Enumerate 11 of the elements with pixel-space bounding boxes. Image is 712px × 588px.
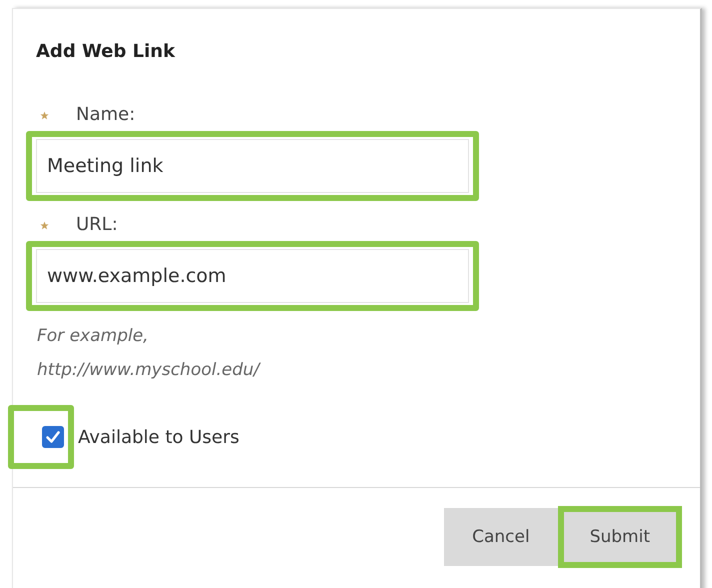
checkbox-label: Available to Users bbox=[78, 426, 240, 448]
field-label: URL: bbox=[76, 214, 118, 234]
dialog-title: Add Web Link bbox=[36, 40, 176, 64]
hint-text: http://www.myschool.edu/ bbox=[37, 359, 262, 382]
checkbox[interactable] bbox=[42, 426, 64, 448]
field-label: Name: bbox=[76, 104, 136, 124]
highlighted-button[interactable]: Submit bbox=[558, 506, 682, 568]
hint-text: For example, bbox=[37, 325, 150, 348]
text-field[interactable]: Meeting link bbox=[36, 139, 469, 193]
button[interactable]: Cancel bbox=[444, 508, 558, 566]
text-field[interactable]: www.example.com bbox=[36, 249, 469, 303]
